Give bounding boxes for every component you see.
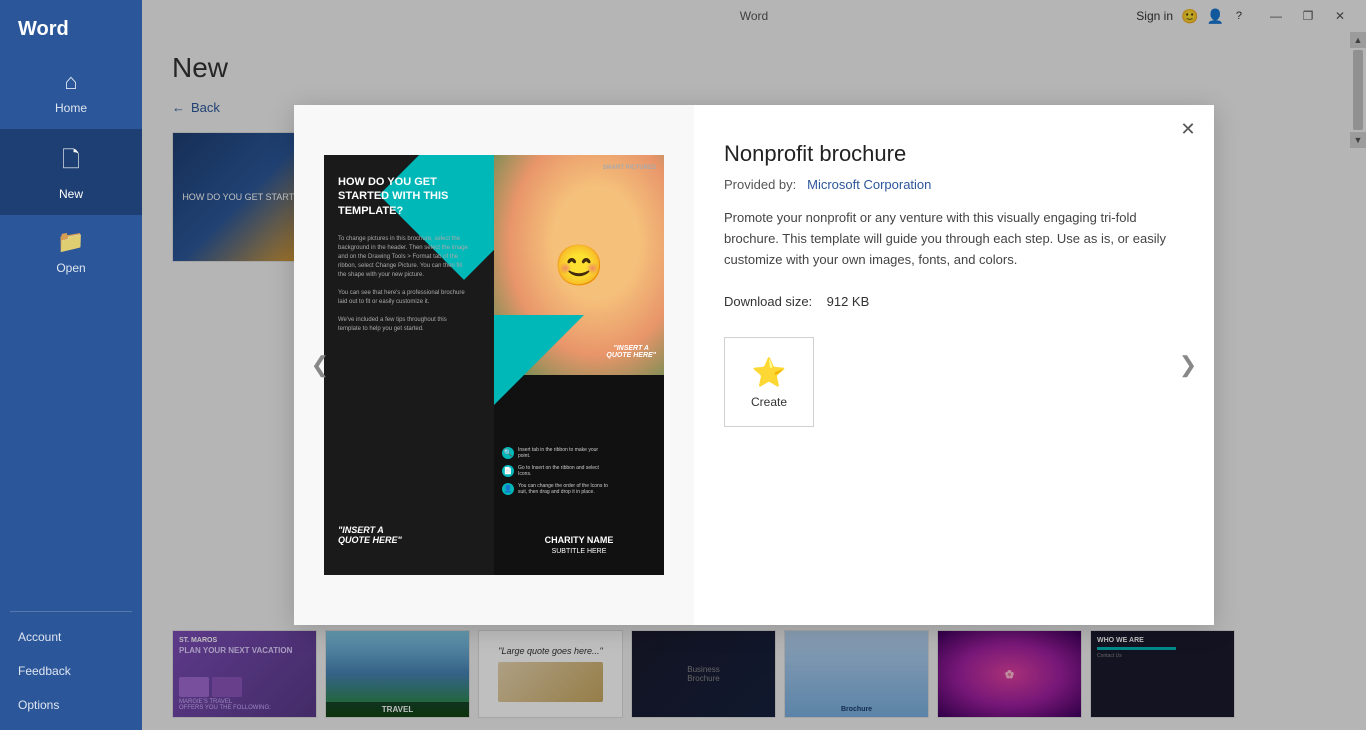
brochure-preview: HOW DO YOU GETSTARTED WITH THISTEMPLATE?… [324, 155, 664, 575]
sidebar-home-label: Home [55, 101, 87, 115]
brochure-title-text: HOW DO YOU GETSTARTED WITH THISTEMPLATE? [338, 175, 448, 218]
smart-pictures-label: SMART PICTURES [603, 165, 656, 171]
create-button[interactable]: ⭐ Create [724, 337, 814, 427]
main-content: Word Sign in 🙂 👤 ? — ❐ ✕ New ← Back HOW [142, 0, 1366, 730]
brochure-left-panel: HOW DO YOU GETSTARTED WITH THISTEMPLATE?… [324, 155, 494, 575]
provided-by-label: Provided by: [724, 177, 796, 192]
sidebar-item-new[interactable]: 🗋 New [0, 129, 142, 215]
app-brand: Word [0, 0, 142, 55]
sidebar-item-options[interactable]: Options [0, 688, 142, 722]
sidebar-divider [10, 611, 132, 612]
modal-next-button[interactable]: ❯ [1170, 347, 1206, 383]
sidebar-item-account[interactable]: Account [0, 620, 142, 654]
sidebar-new-label: New [59, 187, 83, 201]
modal-overlay: ✕ ❮ HOW DO YOU GETSTARTED WITH THISTEMPL… [142, 0, 1366, 730]
modal-close-button[interactable]: ✕ [1174, 115, 1202, 143]
modal-template-title: Nonprofit brochure [724, 141, 1178, 167]
modal-prev-button[interactable]: ❮ [302, 347, 338, 383]
new-doc-icon: 🗋 [62, 143, 80, 181]
sidebar-open-label: Open [56, 261, 85, 275]
modal-provider: Provided by: Microsoft Corporation [724, 177, 1178, 192]
sidebar-item-home[interactable]: ⌂ Home [0, 55, 142, 129]
brochure-icon-row-3: 👤 You can change the order of the Icons … [502, 483, 608, 495]
sidebar: Word ⌂ Home 🗋 New 📁 Open Account Feedbac… [0, 0, 142, 730]
download-size-value: 912 KB [827, 294, 870, 309]
icon-circle-3: 👤 [502, 483, 514, 495]
home-icon: ⌂ [64, 69, 77, 95]
modal-description: Promote your nonprofit or any venture wi… [724, 208, 1178, 270]
brochure-quote-left: "INSERT AQUOTE HERE" [338, 525, 402, 545]
sidebar-item-open[interactable]: 📁 Open [0, 215, 142, 289]
sidebar-nav: ⌂ Home 🗋 New 📁 Open [0, 55, 142, 603]
template-detail-modal: ✕ ❮ HOW DO YOU GETSTARTED WITH THISTEMPL… [294, 105, 1214, 625]
sidebar-item-feedback[interactable]: Feedback [0, 654, 142, 688]
brochure-charity-name: CHARITY NAMESUBTITLE HERE [494, 535, 664, 555]
modal-info-panel: Nonprofit brochure Provided by: Microsof… [694, 105, 1214, 625]
create-star-icon: ⭐ [752, 356, 787, 389]
create-label: Create [751, 395, 787, 409]
brochure-body-text: To change pictures in this brochure, sel… [338, 235, 468, 334]
brochure-quote-right: "INSERT AQUOTE HERE" [606, 345, 656, 359]
brochure-right-panel: SMART PICTURES 😊 "INSERT AQUOTE HERE" 🔍 … [494, 155, 664, 575]
download-size-label: Download size: [724, 294, 812, 309]
brochure-icon-row-1: 🔍 Insert tab in the ribbon to make yourp… [502, 447, 608, 459]
icon-circle-2: 📄 [502, 465, 514, 477]
modal-preview-area: HOW DO YOU GETSTARTED WITH THISTEMPLATE?… [294, 105, 694, 625]
modal-download-size: Download size: 912 KB [724, 294, 1178, 309]
brochure-icons: 🔍 Insert tab in the ribbon to make yourp… [502, 447, 608, 495]
icon-circle-1: 🔍 [502, 447, 514, 459]
open-folder-icon: 📁 [57, 229, 84, 255]
provider-link[interactable]: Microsoft Corporation [807, 177, 931, 192]
sidebar-bottom: Account Feedback Options [0, 620, 142, 730]
brochure-icon-row-2: 📄 Go to Insert on the ribbon and selectI… [502, 465, 608, 477]
